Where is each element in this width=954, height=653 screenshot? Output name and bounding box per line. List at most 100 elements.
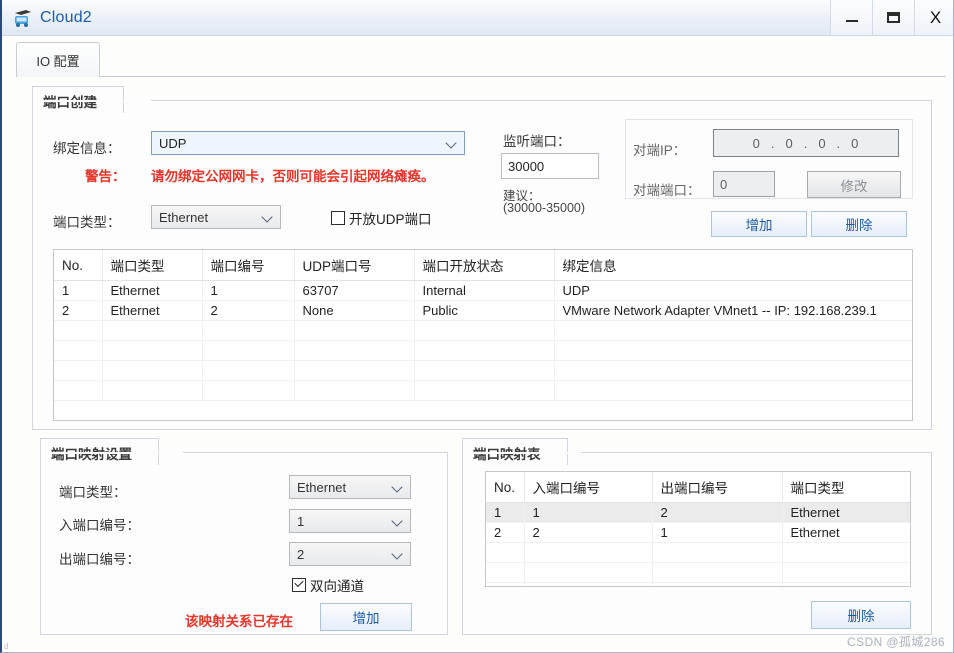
cell-type: Ethernet <box>102 300 203 321</box>
mapping-table-panel: 端口映射表 No. 入端口编号 出端口编号 端口类型 1 1 2 Etherne… <box>462 438 932 635</box>
binding-info-value: UDP <box>159 135 187 151</box>
listen-port-value: 30000 <box>508 158 545 174</box>
mapping-delete-label: 删除 <box>847 609 875 624</box>
ip-dot-3: . <box>836 135 842 151</box>
cell-type: Ethernet <box>782 522 910 543</box>
chevron-down-icon <box>447 138 456 147</box>
port-table[interactable]: No. 端口类型 端口编号 UDP端口号 端口开放状态 绑定信息 1 Ether… <box>53 249 913 421</box>
maximize-icon <box>887 12 900 23</box>
map-col-type[interactable]: 端口类型 <box>782 472 910 503</box>
table-row-empty[interactable] <box>54 340 912 361</box>
ip-dot-1: . <box>770 135 776 151</box>
ip-octet-2: 0 <box>785 135 794 151</box>
window-title: Cloud2 <box>40 8 92 26</box>
port-col-udp[interactable]: UDP端口号 <box>294 250 415 281</box>
port-col-no[interactable]: No. <box>54 250 103 281</box>
in-port-label: 入端口编号： <box>59 518 140 533</box>
add-port-button[interactable]: 增加 <box>711 211 807 237</box>
in-port-combo[interactable]: 1 <box>289 509 411 533</box>
in-port-value: 1 <box>297 513 305 529</box>
minimize-button[interactable] <box>830 0 872 35</box>
cell-binding: UDP <box>554 280 912 301</box>
listen-port-input[interactable]: 30000 <box>501 153 599 179</box>
open-udp-label: 开放UDP端口 <box>349 212 432 227</box>
table-row-empty[interactable] <box>486 562 910 583</box>
map-col-no[interactable]: No. <box>486 472 525 503</box>
cell-no: 2 <box>54 300 103 321</box>
modify-label: 修改 <box>840 178 868 194</box>
checkbox-box <box>292 578 306 592</box>
mapping-port-type-combo[interactable]: Ethernet <box>289 475 411 499</box>
delete-port-button[interactable]: 删除 <box>811 211 907 237</box>
binding-info-combo[interactable]: UDP <box>151 131 465 155</box>
mapping-settings-panel: 端口映射设置 端口类型： Ethernet 入端口编号： 1 出端口编号： 2 … <box>40 438 448 635</box>
maximize-button[interactable] <box>872 0 914 35</box>
mapping-error-text: 该映射关系已存在 <box>185 614 293 629</box>
table-row-empty[interactable] <box>54 360 912 381</box>
cell-in: 1 <box>524 502 653 523</box>
warning-label: 警告： <box>85 169 126 184</box>
bidirectional-checkbox[interactable]: 双向通道 <box>292 575 364 595</box>
window-controls: X <box>830 0 953 35</box>
out-port-label: 出端口编号： <box>59 552 140 567</box>
chevron-down-icon <box>393 516 402 525</box>
port-col-binding[interactable]: 绑定信息 <box>554 250 912 281</box>
table-row[interactable]: 1 1 2 Ethernet <box>486 502 910 523</box>
mapping-port-type-value: Ethernet <box>297 479 347 495</box>
bidirectional-label: 双向通道 <box>310 579 364 594</box>
cell-status: Internal <box>414 280 555 301</box>
tab-io-config[interactable]: IO 配置 <box>16 42 100 77</box>
mapping-table[interactable]: No. 入端口编号 出端口编号 端口类型 1 1 2 Ethernet 2 2 … <box>485 471 911 587</box>
port-col-status[interactable]: 端口开放状态 <box>414 250 555 281</box>
port-table-header-row: No. 端口类型 端口编号 UDP端口号 端口开放状态 绑定信息 <box>54 250 912 281</box>
cell-no: 2 <box>486 522 525 543</box>
cloud-device-icon <box>12 7 34 29</box>
tab-underline <box>16 76 946 77</box>
port-col-type[interactable]: 端口类型 <box>102 250 203 281</box>
modify-button[interactable]: 修改 <box>807 171 901 198</box>
ip-octet-4: 0 <box>851 135 860 151</box>
table-row-empty[interactable] <box>54 320 912 341</box>
cell-out: 1 <box>652 522 783 543</box>
caption-mask <box>33 100 151 102</box>
ip-dot-2: . <box>803 135 809 151</box>
table-row[interactable]: 1 Ethernet 1 63707 Internal UDP <box>54 280 912 301</box>
map-col-out[interactable]: 出端口编号 <box>652 472 783 503</box>
table-row-empty[interactable] <box>486 582 910 586</box>
port-col-number[interactable]: 端口编号 <box>202 250 295 281</box>
add-port-label: 增加 <box>745 218 773 233</box>
port-type-value: Ethernet <box>159 209 209 225</box>
title-bar: Cloud2 X <box>2 0 953 36</box>
out-port-combo[interactable]: 2 <box>289 542 411 566</box>
table-row[interactable]: 2 2 1 Ethernet <box>486 522 910 543</box>
peer-port-input[interactable]: 0 <box>713 171 775 197</box>
chevron-down-icon <box>393 482 402 491</box>
caption-mask <box>41 452 183 454</box>
cell-number: 2 <box>202 300 295 321</box>
open-udp-checkbox[interactable]: 开放UDP端口 <box>331 208 432 228</box>
ip-octet-3: 0 <box>818 135 827 151</box>
mapping-delete-button[interactable]: 删除 <box>811 601 911 629</box>
port-create-panel: 端口创建 绑定信息： UDP 警告： 请勿绑定公网网卡，否则可能会引起网络瘫痪。… <box>32 86 932 430</box>
mapping-table-inner: No. 入端口编号 出端口编号 端口类型 1 1 2 Ethernet 2 2 … <box>486 472 910 586</box>
cell-no: 1 <box>486 502 525 523</box>
peer-ip-input[interactable]: 0 . 0 . 0 . 0 <box>713 129 899 157</box>
table-row-empty[interactable] <box>54 380 912 401</box>
table-row[interactable]: 2 Ethernet 2 None Public VMware Network … <box>54 300 912 321</box>
port-table-inner: No. 端口类型 端口编号 UDP端口号 端口开放状态 绑定信息 1 Ether… <box>54 250 912 401</box>
map-col-in[interactable]: 入端口编号 <box>524 472 653 503</box>
binding-info-label: 绑定信息： <box>53 141 121 156</box>
peer-port-value: 0 <box>720 176 728 192</box>
minimize-icon <box>845 19 858 22</box>
tab-strip: IO 配置 <box>16 42 946 79</box>
ip-octet-1: 0 <box>752 135 761 151</box>
port-type-label: 端口类型： <box>53 215 121 230</box>
close-icon: X <box>929 8 942 27</box>
table-row-empty[interactable] <box>486 542 910 563</box>
mapping-add-button[interactable]: 增加 <box>320 603 412 631</box>
listen-port-label: 监听端口： <box>503 134 571 149</box>
chevron-down-icon <box>263 212 272 221</box>
cloud2-window: Cloud2 X IO 配置 端口创建 绑定信息： UDP 警告： 请勿绑定公网… <box>0 0 954 653</box>
port-type-combo[interactable]: Ethernet <box>151 205 281 229</box>
close-button[interactable]: X <box>914 0 953 35</box>
